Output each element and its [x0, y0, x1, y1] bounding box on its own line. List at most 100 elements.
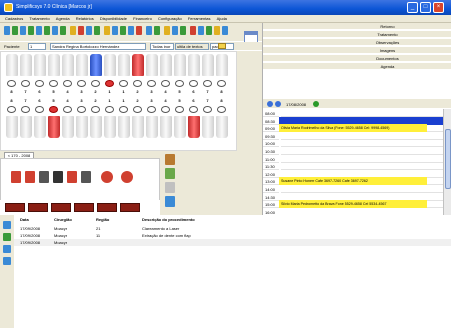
note-icon[interactable]	[67, 171, 77, 183]
strip-button-4[interactable]	[74, 203, 94, 212]
lower-tooth[interactable]	[202, 116, 214, 138]
lower-surface-ring[interactable]	[147, 106, 156, 113]
lower-surface-ring[interactable]	[35, 106, 44, 113]
agenda-icon[interactable]	[86, 26, 92, 35]
lower-tooth[interactable]	[48, 116, 60, 138]
alert-icon[interactable]	[136, 26, 142, 35]
lower-tooth[interactable]	[76, 116, 88, 138]
col-surgeon-header[interactable]: Cirurgião	[54, 217, 72, 222]
nav-documentos[interactable]: Documentos	[263, 55, 451, 62]
lower-tooth[interactable]	[174, 116, 186, 138]
lower-surface-ring[interactable]	[49, 106, 58, 113]
print-icon[interactable]	[3, 257, 11, 265]
nav-observacoes[interactable]: Observações	[263, 39, 451, 46]
image-icon[interactable]	[165, 168, 175, 179]
upper-tooth[interactable]	[174, 54, 186, 76]
edit-icon[interactable]	[3, 233, 11, 241]
menu-agenda[interactable]: Agenda	[56, 15, 70, 23]
lower-tooth[interactable]	[90, 116, 102, 138]
photo-icon[interactable]	[165, 196, 175, 207]
star-icon[interactable]	[104, 26, 110, 35]
menu-ferramentas[interactable]: Ferramentas	[188, 15, 211, 23]
patient-icon[interactable]	[28, 26, 34, 35]
chart-icon[interactable]	[25, 171, 35, 183]
help-icon[interactable]	[78, 26, 84, 35]
menu-configuracao[interactable]: Configuração	[158, 15, 182, 23]
close-button[interactable]: ×	[433, 2, 444, 13]
lower-surface-ring[interactable]	[21, 106, 30, 113]
lower-tooth[interactable]	[216, 116, 228, 138]
upper-tooth[interactable]	[76, 54, 88, 76]
strip-button-1[interactable]	[5, 203, 25, 212]
filter-field[interactable]: Todas inor	[150, 43, 174, 50]
table-row[interactable]: 17/09/2008 Moacyr	[14, 239, 451, 246]
lower-tooth[interactable]	[6, 116, 18, 138]
maximize-button[interactable]: □	[420, 2, 431, 13]
lower-tooth[interactable]	[160, 116, 172, 138]
lower-surface-ring[interactable]	[91, 106, 100, 113]
lower-tooth[interactable]	[20, 116, 32, 138]
lower-surface-ring[interactable]	[63, 106, 72, 113]
tooth-chart-icon[interactable]	[101, 171, 113, 183]
delete-icon[interactable]	[3, 245, 11, 253]
table-row[interactable]: 17/09/2008 Moacyr 21 Clareamento a Laser	[14, 225, 451, 232]
lower-tooth[interactable]	[188, 116, 200, 138]
printer-icon[interactable]	[11, 171, 21, 183]
lower-surface-ring[interactable]	[175, 106, 184, 113]
prev-day-icon[interactable]	[267, 101, 273, 107]
upper-surface-ring[interactable]	[147, 80, 156, 87]
upper-tooth[interactable]	[202, 54, 214, 76]
upper-surface-ring[interactable]	[21, 80, 30, 87]
table-row[interactable]: 17/09/2008 Moacyr 11 Extração de dente c…	[14, 232, 451, 239]
patient-name-field[interactable]: Sandra Regina Bortolozzo Hernández	[50, 43, 146, 50]
col-desc-header[interactable]: Descrição do procedimento	[142, 217, 195, 222]
upper-tooth[interactable]	[90, 54, 102, 76]
print-icon[interactable]	[112, 26, 118, 35]
exit-icon[interactable]	[190, 26, 196, 35]
strip-button-6[interactable]	[120, 203, 140, 212]
lower-surface-ring[interactable]	[7, 106, 16, 113]
open-icon[interactable]	[12, 26, 18, 35]
upper-surface-ring[interactable]	[7, 80, 16, 87]
lower-tooth[interactable]	[34, 116, 46, 138]
document-icon[interactable]	[53, 171, 63, 183]
lower-surface-ring[interactable]	[189, 106, 198, 113]
upper-tooth[interactable]	[62, 54, 74, 76]
patient-id-field[interactable]: 1	[28, 43, 46, 50]
upper-surface-ring[interactable]	[63, 80, 72, 87]
minimize-button[interactable]: _	[407, 2, 418, 13]
upper-tooth[interactable]	[160, 54, 172, 76]
info-icon[interactable]	[198, 26, 204, 35]
menu-ajuda[interactable]: Ajuda	[217, 15, 227, 23]
lower-tooth[interactable]	[104, 116, 116, 138]
calendar-icon[interactable]	[36, 26, 42, 35]
refresh-icon[interactable]	[180, 26, 186, 35]
list-icon[interactable]	[3, 221, 11, 229]
upper-tooth[interactable]	[188, 54, 200, 76]
lower-tooth[interactable]	[118, 116, 130, 138]
lower-surface-ring[interactable]	[161, 106, 170, 113]
web-icon[interactable]	[222, 26, 228, 35]
upper-surface-ring[interactable]	[189, 80, 198, 87]
lower-tooth[interactable]	[132, 116, 144, 138]
finance-icon[interactable]	[94, 26, 100, 35]
strip-button-5[interactable]	[97, 203, 117, 212]
phone-icon[interactable]	[39, 171, 49, 183]
menu-relatorios[interactable]: Relatórios	[76, 15, 94, 23]
upper-tooth[interactable]	[20, 54, 32, 76]
save-icon[interactable]	[20, 26, 26, 35]
strip-button-3[interactable]	[51, 203, 71, 212]
col-date-header[interactable]: Data	[20, 217, 29, 222]
today-icon[interactable]	[275, 101, 281, 107]
tooth-icon[interactable]	[44, 26, 50, 35]
menu-disponibilidade[interactable]: Disponibilidade	[100, 15, 127, 23]
next-day-icon[interactable]	[313, 101, 319, 107]
agenda-date[interactable]: 17/08/2008	[286, 102, 306, 107]
new-icon[interactable]	[4, 26, 10, 35]
upper-tooth[interactable]	[34, 54, 46, 76]
strip-button-2[interactable]	[28, 203, 48, 212]
exam-icon[interactable]	[165, 182, 175, 193]
lower-surface-ring[interactable]	[217, 106, 226, 113]
nav-retorno[interactable]: Retorno	[263, 23, 451, 30]
scrollbar-thumb[interactable]	[445, 129, 451, 189]
